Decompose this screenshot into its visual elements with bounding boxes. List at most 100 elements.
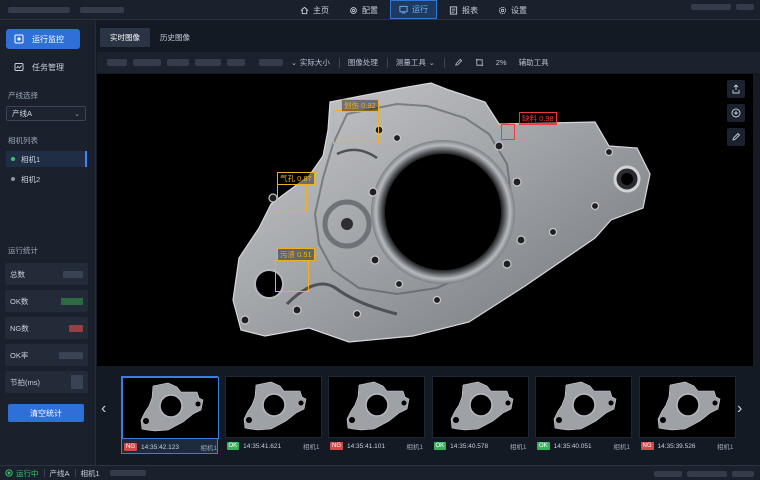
defect-box-pore[interactable]: [277, 184, 307, 212]
history-thumbnail[interactable]: NG 14:35:42.123 相机1: [121, 376, 219, 454]
status-divider: [74, 469, 76, 477]
defect-box-missing[interactable]: [501, 124, 515, 140]
toolbar-redacted: [227, 59, 245, 66]
thumbnail-caption: NG 14:35:42.123 相机1: [124, 442, 217, 452]
pen-icon: [454, 58, 462, 66]
result-badge: OK: [433, 442, 447, 450]
chevron-down-icon: ⌄: [291, 59, 297, 67]
menu-run-monitor-label: 运行监控: [32, 34, 64, 44]
line-select-value: 产线A: [12, 109, 33, 118]
thumbnail-time: 14:35:41.621: [243, 442, 282, 450]
image-viewer[interactable]: 划伤 0.92 缺料 0.98 气孔 0.87 污渍 0.51: [97, 74, 753, 366]
nav-run[interactable]: 运行: [390, 0, 437, 19]
thumbnail-image: [638, 376, 736, 438]
thumbnail-camera: 相机1: [200, 445, 217, 452]
sidebar: 运行监控 任务管理 产线选择 产线A ⌄ 相机列表 相机1 相机2 运行统计 总…: [0, 20, 96, 465]
nav-settings[interactable]: 设置: [490, 0, 535, 20]
line-select-label: 产线选择: [8, 91, 38, 100]
status-info-redacted: [654, 471, 682, 477]
result-badge: OK: [226, 442, 240, 450]
menu-task-manage[interactable]: 任务管理: [6, 57, 80, 77]
pen-icon: [732, 132, 741, 141]
chevron-right-icon[interactable]: ›: [737, 400, 742, 418]
history-thumbnail[interactable]: OK 14:35:40.051 相机1: [535, 376, 632, 454]
status-dot-icon: [11, 177, 15, 181]
thumbnail-image: [431, 376, 529, 438]
chevron-down-icon: ⌄: [428, 59, 435, 67]
toolbar-redacted: [195, 59, 221, 66]
status-info-redacted: [732, 471, 754, 477]
tab-history[interactable]: 历史图像: [150, 28, 200, 47]
thumbnail-time: 14:35:40.051: [553, 442, 592, 450]
history-thumbnail[interactable]: NG 14:35:39.526 相机1: [638, 376, 736, 454]
chevron-left-icon[interactable]: ‹: [101, 400, 106, 418]
zoom-level: 2%: [496, 58, 507, 67]
status-divider: [43, 469, 45, 477]
status-line: 产线A: [49, 468, 70, 478]
run-status: 运行中: [5, 468, 39, 479]
crop-tool-button[interactable]: [475, 58, 484, 67]
stat-value-redacted: [61, 297, 83, 305]
user-menu-redacted[interactable]: [736, 4, 754, 10]
measure-tool-label: 测量工具: [395, 58, 426, 67]
task-icon: [14, 63, 24, 71]
status-info-redacted: [687, 471, 727, 477]
toolbar-redacted: [133, 59, 161, 66]
history-filmstrip: ‹ › NG 14:35:42.123 相机1 OK 14:35:41.621 相机1 NG…: [97, 372, 760, 458]
defect-box-scratch[interactable]: [333, 110, 379, 144]
defect-label: 污渍 0.51: [277, 248, 315, 261]
aux-tool-label: 辅助工具: [518, 58, 549, 67]
stat-ok-rate: OK率: [5, 344, 88, 366]
status-bar: 运行中 产线A 相机1: [0, 465, 760, 480]
defect-label: 划伤 0.92: [341, 99, 379, 112]
thumbnail-caption: OK 14:35:40.051 相机1: [537, 441, 630, 451]
stat-value-redacted: [63, 270, 83, 278]
menu-task-manage-label: 任务管理: [32, 62, 64, 72]
zoom-in-button[interactable]: [727, 104, 745, 122]
defect-box-stain[interactable]: [275, 260, 309, 292]
measure-tool-dropdown[interactable]: 测量工具 ⌄: [396, 57, 435, 68]
thumbnail-camera: 相机1: [613, 444, 630, 451]
stat-value-redacted: [59, 351, 83, 359]
gear-icon: [350, 6, 357, 14]
nav-config-label: 配置: [362, 5, 378, 15]
crop-icon: [475, 58, 483, 67]
history-thumbnail[interactable]: OK 14:35:41.621 相机1: [224, 376, 322, 454]
camera-item-2[interactable]: 相机2: [6, 171, 87, 187]
nav-report[interactable]: 报表: [441, 0, 486, 20]
clear-stats-button[interactable]: 清空统计: [8, 404, 84, 422]
history-thumbnail[interactable]: NG 14:35:41.101 相机1: [328, 376, 425, 454]
line-select[interactable]: 产线A ⌄: [6, 106, 86, 121]
tab-realtime[interactable]: 实时图像: [100, 28, 150, 47]
run-status-label: 运行中: [16, 468, 39, 478]
aux-tool-button[interactable]: 辅助工具: [519, 57, 549, 68]
pen-tool-button[interactable]: [454, 58, 463, 67]
export-button[interactable]: [727, 80, 745, 98]
toolbar-divider: [443, 57, 445, 68]
status-camera: 相机1: [80, 468, 100, 478]
thumbnail-caption: NG 14:35:41.101 相机1: [330, 441, 423, 451]
thumbnail-caption: NG 14:35:39.526 相机1: [640, 441, 734, 451]
actual-size-dropdown[interactable]: ⌄ 实际大小: [291, 57, 330, 68]
menu-run-monitor[interactable]: 运行监控: [6, 29, 80, 49]
stat-value-redacted: [71, 375, 83, 389]
camera-item-label: 相机1: [21, 154, 41, 164]
nav-home[interactable]: 主页: [292, 0, 337, 20]
image-process-button[interactable]: 图像处理: [348, 57, 378, 68]
thumbnail-time: 14:35:40.578: [450, 442, 489, 450]
camera-list-label: 相机列表: [8, 136, 38, 145]
viewer-side-tools: [727, 80, 745, 146]
image-process-label: 图像处理: [347, 58, 378, 67]
plus-circle-icon: [731, 108, 741, 118]
app-title-redacted: [8, 7, 70, 13]
stat-ok: OK数: [5, 290, 88, 312]
annotate-button[interactable]: [727, 128, 745, 146]
view-tabs: 实时图像 历史图像: [100, 28, 200, 47]
nav-run-label: 运行: [412, 5, 428, 14]
app-subtitle-redacted: [80, 7, 124, 13]
toolbar-divider: [386, 57, 388, 68]
actual-size-label: 实际大小: [299, 58, 330, 67]
camera-item-1[interactable]: 相机1: [6, 151, 87, 167]
nav-config[interactable]: 配置: [341, 0, 386, 20]
history-thumbnail[interactable]: OK 14:35:40.578 相机1: [431, 376, 529, 454]
